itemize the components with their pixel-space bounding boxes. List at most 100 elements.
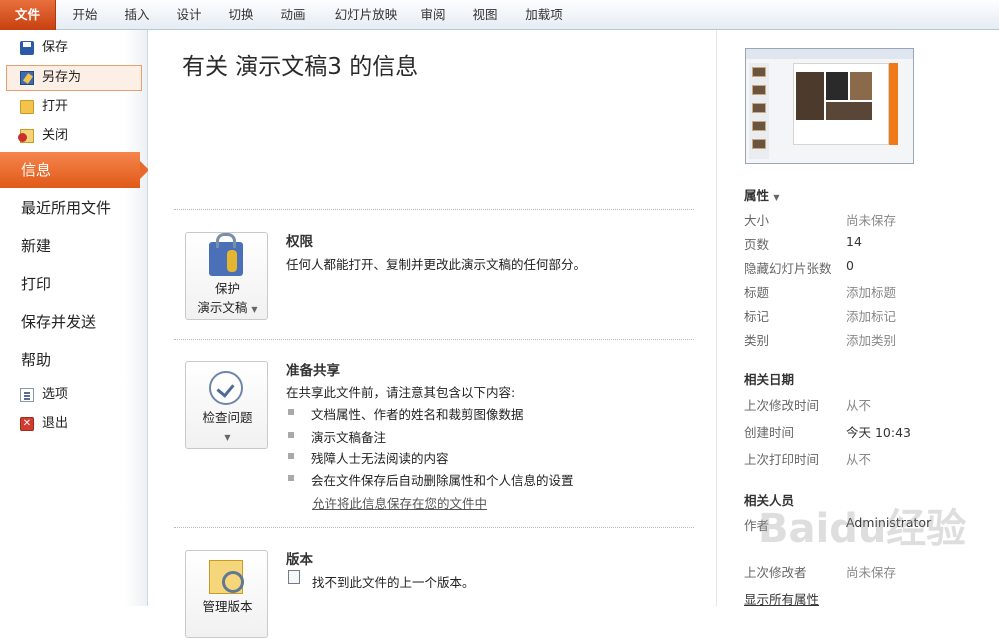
- prop-key: 上次打印时间: [744, 452, 820, 467]
- prop-key: 上次修改时间: [744, 398, 820, 413]
- exit-icon: ✕: [20, 417, 34, 431]
- protect-presentation-button[interactable]: 保护 演示文稿 ▼: [185, 232, 268, 320]
- title-field[interactable]: 添加标题: [846, 282, 896, 301]
- save-button[interactable]: 保存: [6, 35, 142, 61]
- list-item-text: 会在文件保存后自动删除属性和个人信息的设置: [311, 473, 574, 488]
- save-label: 保存: [42, 40, 69, 55]
- list-item: 文档属性、作者的姓名和裁剪图像数据: [288, 404, 524, 423]
- check-issues-button[interactable]: 检查问题 ▼: [185, 361, 268, 449]
- list-item: 演示文稿备注: [288, 427, 386, 446]
- slide-photo: [826, 72, 848, 100]
- prop-key: 上次修改者: [744, 565, 807, 580]
- divider: [174, 527, 694, 528]
- divider: [174, 209, 694, 210]
- prop-value: 从不: [846, 398, 872, 413]
- prop-value: 0: [846, 258, 854, 273]
- prop-key: 页数: [744, 237, 770, 252]
- check-issues-label: 检查问题: [202, 410, 253, 425]
- tab-view[interactable]: 视图: [462, 0, 508, 30]
- nav-help[interactable]: 帮助: [0, 342, 148, 378]
- prop-value: 尚未保存: [846, 213, 897, 228]
- mini-slide: [752, 103, 766, 113]
- protect-label-2-text: 演示文稿: [197, 300, 248, 315]
- prop-value: 今天 10:43: [846, 425, 911, 440]
- nav-print[interactable]: 打印: [0, 266, 148, 302]
- tab-addins[interactable]: 加载项: [516, 0, 572, 30]
- manage-versions-label: 管理版本: [202, 599, 253, 614]
- dropdown-caret-icon: ▼: [224, 433, 231, 442]
- nav-new[interactable]: 新建: [0, 228, 148, 264]
- category-field[interactable]: 添加类别: [846, 330, 896, 349]
- slide-photo: [826, 102, 872, 120]
- manage-versions-button[interactable]: 管理版本: [185, 550, 268, 638]
- mini-slide: [752, 139, 766, 149]
- slide-accent-bar: [889, 63, 898, 145]
- options-button[interactable]: 选项: [6, 382, 142, 408]
- tags-field[interactable]: 添加标记: [846, 306, 896, 325]
- prop-key: 隐藏幻灯片张数: [744, 261, 832, 276]
- prop-key: 标题: [744, 285, 770, 300]
- divider: [174, 339, 694, 340]
- prop-key: 创建时间: [744, 425, 795, 440]
- protect-label-1: 保护: [214, 281, 240, 296]
- prop-value: 从不: [846, 452, 872, 467]
- prop-value: 尚未保存: [846, 565, 897, 580]
- prop-value: 14: [846, 234, 862, 249]
- save-as-button[interactable]: 另存为: [6, 65, 142, 91]
- tab-insert[interactable]: 插入: [114, 0, 160, 30]
- properties-heading[interactable]: 属性 ▼: [744, 185, 780, 204]
- show-all-properties-link[interactable]: 显示所有属性: [744, 589, 819, 608]
- options-icon: [20, 388, 34, 402]
- tab-file[interactable]: 文件: [0, 0, 56, 30]
- tab-review[interactable]: 审阅: [410, 0, 456, 30]
- dropdown-caret-icon: ▼: [251, 305, 258, 314]
- prop-key: 大小: [744, 213, 770, 228]
- save-icon: [20, 41, 34, 55]
- inspect-check-icon: [209, 371, 243, 405]
- exit-label: 退出: [42, 416, 69, 431]
- list-item-text: 文档属性、作者的姓名和裁剪图像数据: [311, 407, 524, 422]
- save-as-label: 另存为: [42, 70, 82, 85]
- prepare-heading: 准备共享: [286, 363, 340, 379]
- close-button[interactable]: 关闭: [6, 123, 142, 149]
- folder-close-icon: [18, 129, 34, 143]
- nav-save-send[interactable]: 保存并发送: [0, 304, 148, 340]
- slide-photo: [796, 72, 824, 120]
- thumbnail-ribbon: [746, 49, 913, 59]
- permissions-text: 任何人都能打开、复制并更改此演示文稿的任何部分。: [286, 257, 587, 272]
- exit-button[interactable]: ✕ 退出: [6, 411, 142, 437]
- slide-photo: [850, 72, 872, 100]
- options-label: 选项: [42, 387, 69, 402]
- thumbnail-slide: [793, 63, 889, 145]
- prop-key: 标记: [744, 309, 770, 324]
- folder-open-icon: [20, 100, 34, 114]
- watermark: Baidu经验: [758, 506, 967, 552]
- list-item-text: 演示文稿备注: [311, 430, 387, 445]
- open-button[interactable]: 打开: [6, 94, 142, 120]
- presentation-thumbnail: [745, 48, 914, 164]
- list-item: 残障人士无法阅读的内容: [288, 448, 449, 467]
- versions-heading: 版本: [286, 552, 313, 568]
- info-panel: 有关 演示文稿3 的信息 保护 演示文稿 ▼ 权限 任何人都能打开、复制并更改此…: [148, 30, 716, 638]
- close-label: 关闭: [42, 128, 69, 143]
- allow-save-info-link[interactable]: 允许将此信息保存在您的文件中: [312, 493, 487, 512]
- versions-icon: [209, 560, 244, 594]
- nav-info[interactable]: 信息: [0, 152, 149, 188]
- mini-slide: [752, 67, 766, 77]
- ribbon-tab-bar: 文件 开始 插入 设计 切换 动画 幻灯片放映 审阅 视图 加载项: [0, 0, 999, 30]
- versions-text: 找不到此文件的上一个版本。: [312, 575, 475, 590]
- page-title: 有关 演示文稿3 的信息: [182, 54, 419, 80]
- mini-slide: [752, 85, 766, 95]
- nav-recent[interactable]: 最近所用文件: [0, 190, 148, 226]
- thumbnail-slide-pane: [749, 63, 769, 159]
- backstage-nav: 保存 另存为 打开 关闭 信息 最近所用文件 新建 打印 保存并发送 帮助 选项…: [0, 30, 149, 606]
- tab-animations[interactable]: 动画: [270, 0, 316, 30]
- dates-heading: 相关日期: [744, 372, 795, 387]
- tab-home[interactable]: 开始: [62, 0, 108, 30]
- lock-key-icon: [209, 233, 243, 276]
- tab-slideshow[interactable]: 幻灯片放映: [326, 0, 406, 30]
- prop-key: 类别: [744, 333, 770, 348]
- tab-transitions[interactable]: 切换: [218, 0, 264, 30]
- prepare-intro: 在共享此文件前，请注意其包含以下内容:: [286, 385, 516, 400]
- tab-design[interactable]: 设计: [166, 0, 212, 30]
